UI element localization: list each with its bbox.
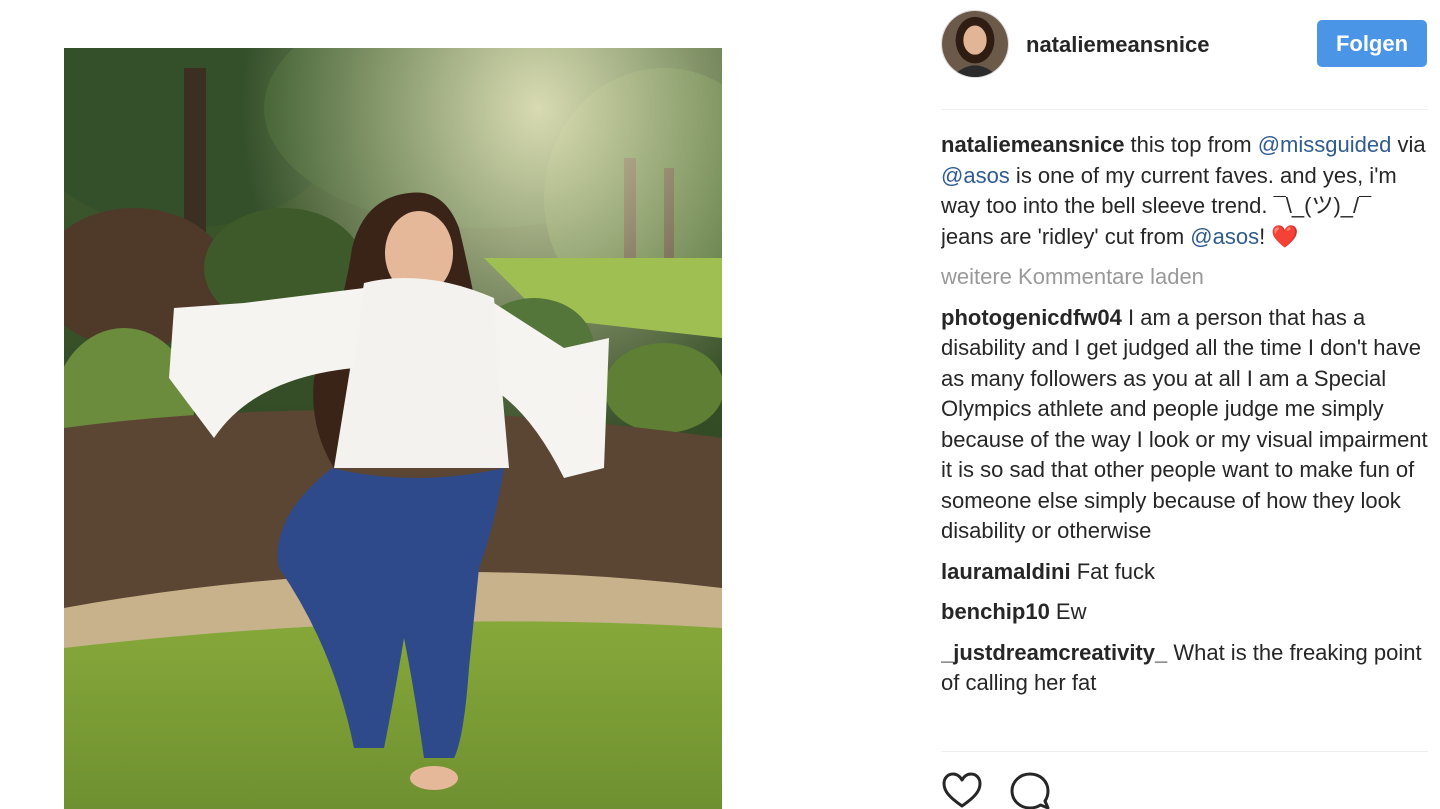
comments-list[interactable]: nataliemeansnice this top from @missguid… [941, 130, 1428, 751]
comment-item: _justdreamcreativity_ What is the freaki… [941, 638, 1428, 699]
comment-item: lauramaldini Fat fuck [941, 557, 1428, 588]
post-header: nataliemeansnice Folgen [941, 8, 1428, 80]
caption-text: via [1391, 132, 1426, 157]
comment-username[interactable]: lauramaldini [941, 559, 1071, 584]
comment-bubble-icon[interactable] [1009, 770, 1051, 809]
avatar[interactable] [941, 10, 1009, 78]
comment-item: benchip10 Ew [941, 597, 1428, 628]
caption-text: is one of my current faves. and yes, i'm… [941, 162, 1397, 249]
post-photo-illustration [64, 48, 722, 809]
caption-text: this top from [1124, 132, 1258, 157]
comment-item: photogenicdfw04 I am a person that has a… [941, 303, 1428, 547]
mention-link[interactable]: @asos [941, 163, 1010, 188]
load-more-comments-link[interactable]: weitere Kommentare laden [941, 262, 1428, 293]
avatar-image [942, 11, 1008, 77]
comment-text: Ew [1049, 599, 1087, 624]
caption: nataliemeansnice this top from @missguid… [941, 130, 1428, 252]
header-divider [941, 109, 1428, 110]
follow-button[interactable]: Folgen [1317, 20, 1427, 67]
mention-link[interactable]: @missguided [1258, 132, 1392, 157]
comment-username[interactable]: benchip10 [941, 599, 1050, 624]
mention-link[interactable]: @asos [1190, 224, 1259, 249]
actions-divider [941, 751, 1428, 752]
post-actions [941, 770, 1428, 809]
heart-icon[interactable] [941, 770, 983, 809]
caption-text: ! ❤️ [1259, 223, 1299, 249]
post-author-username[interactable]: nataliemeansnice [1026, 32, 1209, 58]
comment-username[interactable]: photogenicdfw04 [941, 305, 1122, 330]
post-photo[interactable] [64, 48, 722, 809]
caption-username[interactable]: nataliemeansnice [941, 132, 1124, 157]
comment-username[interactable]: _justdreamcreativity_ [941, 640, 1167, 665]
comment-text: Fat fuck [1070, 558, 1155, 584]
post-side-panel: nataliemeansnice Folgen nataliemeansnice… [941, 0, 1428, 809]
comment-text: I am a person that has a disability and … [941, 304, 1428, 544]
